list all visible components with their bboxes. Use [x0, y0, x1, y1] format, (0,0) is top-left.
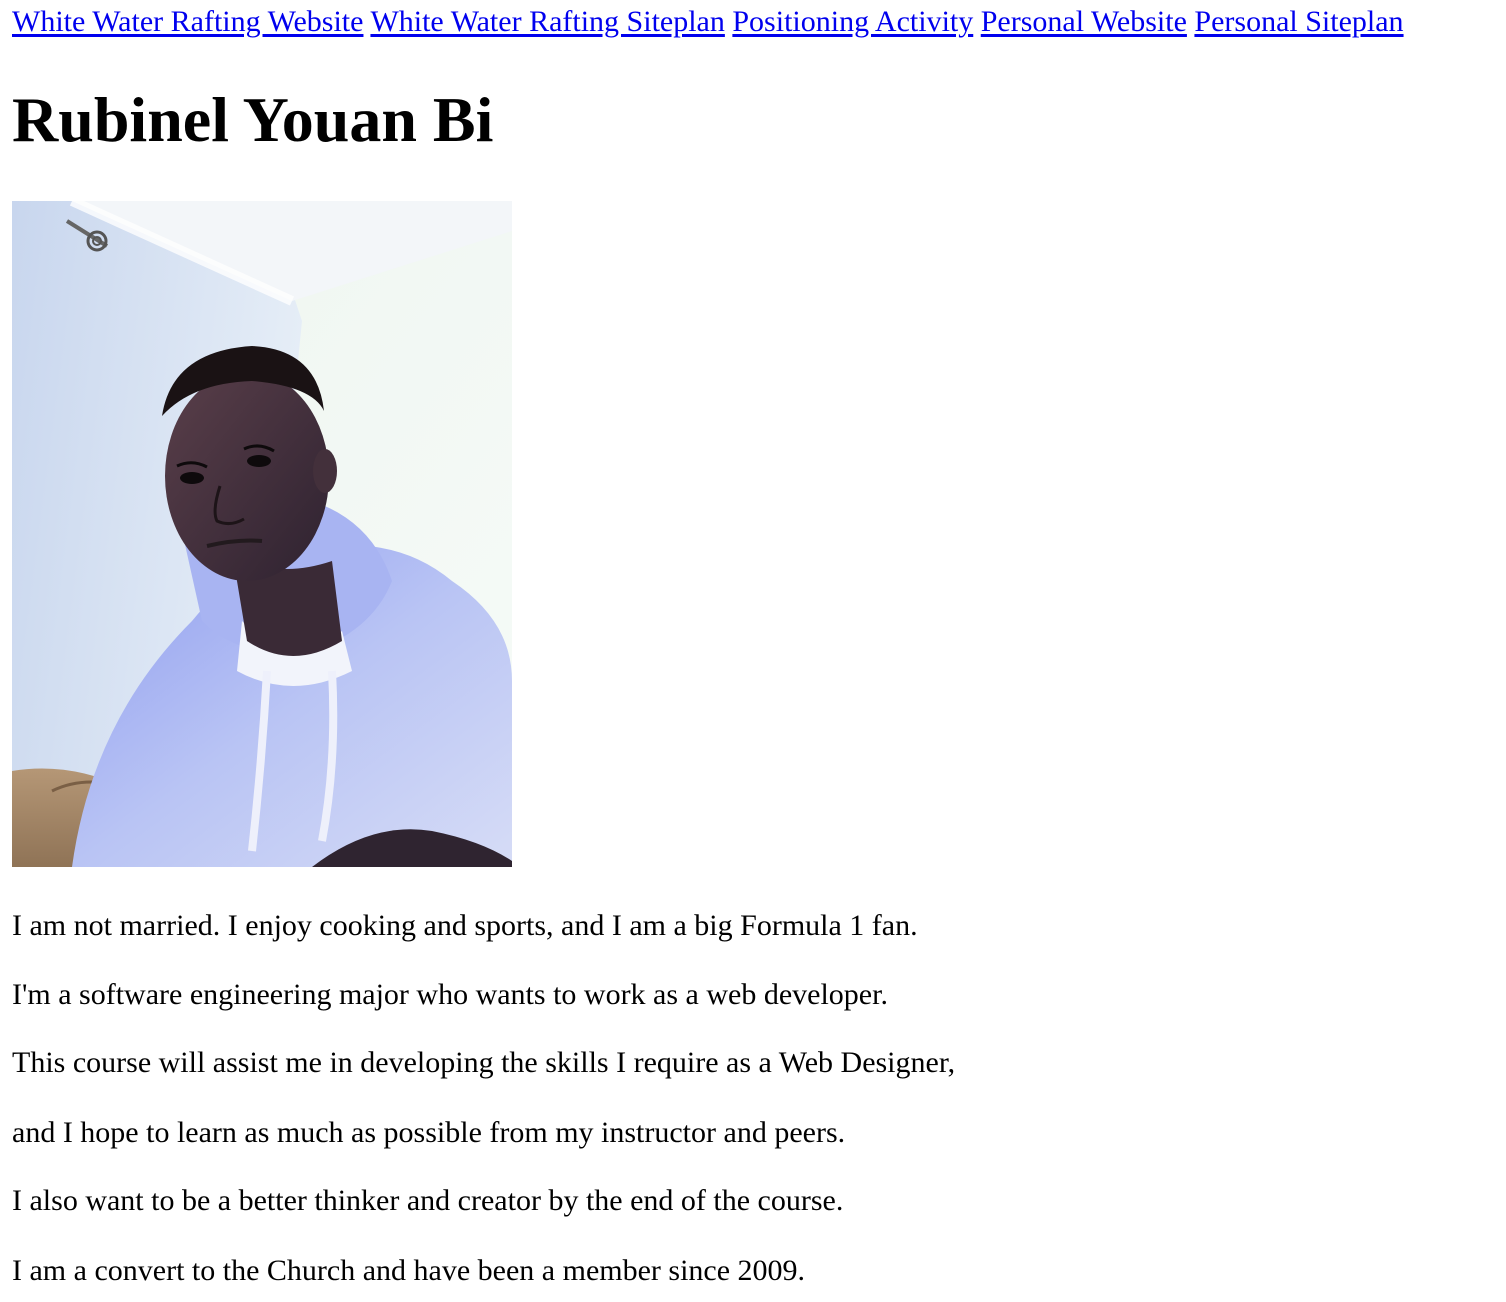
bio-paragraph: I am a convert to the Church and have be… [12, 1254, 806, 1287]
bio-paragraph: I'm a software engineering major who wan… [12, 978, 888, 1011]
bio-paragraph: This course will assist me in developing… [12, 1046, 956, 1079]
bio-paragraph: and I hope to learn as much as possible … [12, 1116, 846, 1149]
top-nav: White Water Rafting Website White Water … [12, 4, 1404, 40]
bio-paragraph: I also want to be a better thinker and c… [12, 1184, 844, 1217]
bio-paragraph: I am not married. I enjoy cooking and sp… [12, 909, 918, 942]
nav-link-white-water-rafting-siteplan[interactable]: White Water Rafting Siteplan [370, 5, 724, 38]
nav-link-personal-website[interactable]: Personal Website [981, 5, 1187, 38]
profile-photo [12, 201, 512, 867]
nav-link-white-water-rafting-website[interactable]: White Water Rafting Website [12, 5, 363, 38]
nav-link-personal-siteplan[interactable]: Personal Siteplan [1194, 5, 1403, 38]
page-title: Rubinel Youan Bi [12, 84, 494, 155]
nav-link-positioning-activity[interactable]: Positioning Activity [732, 5, 973, 38]
